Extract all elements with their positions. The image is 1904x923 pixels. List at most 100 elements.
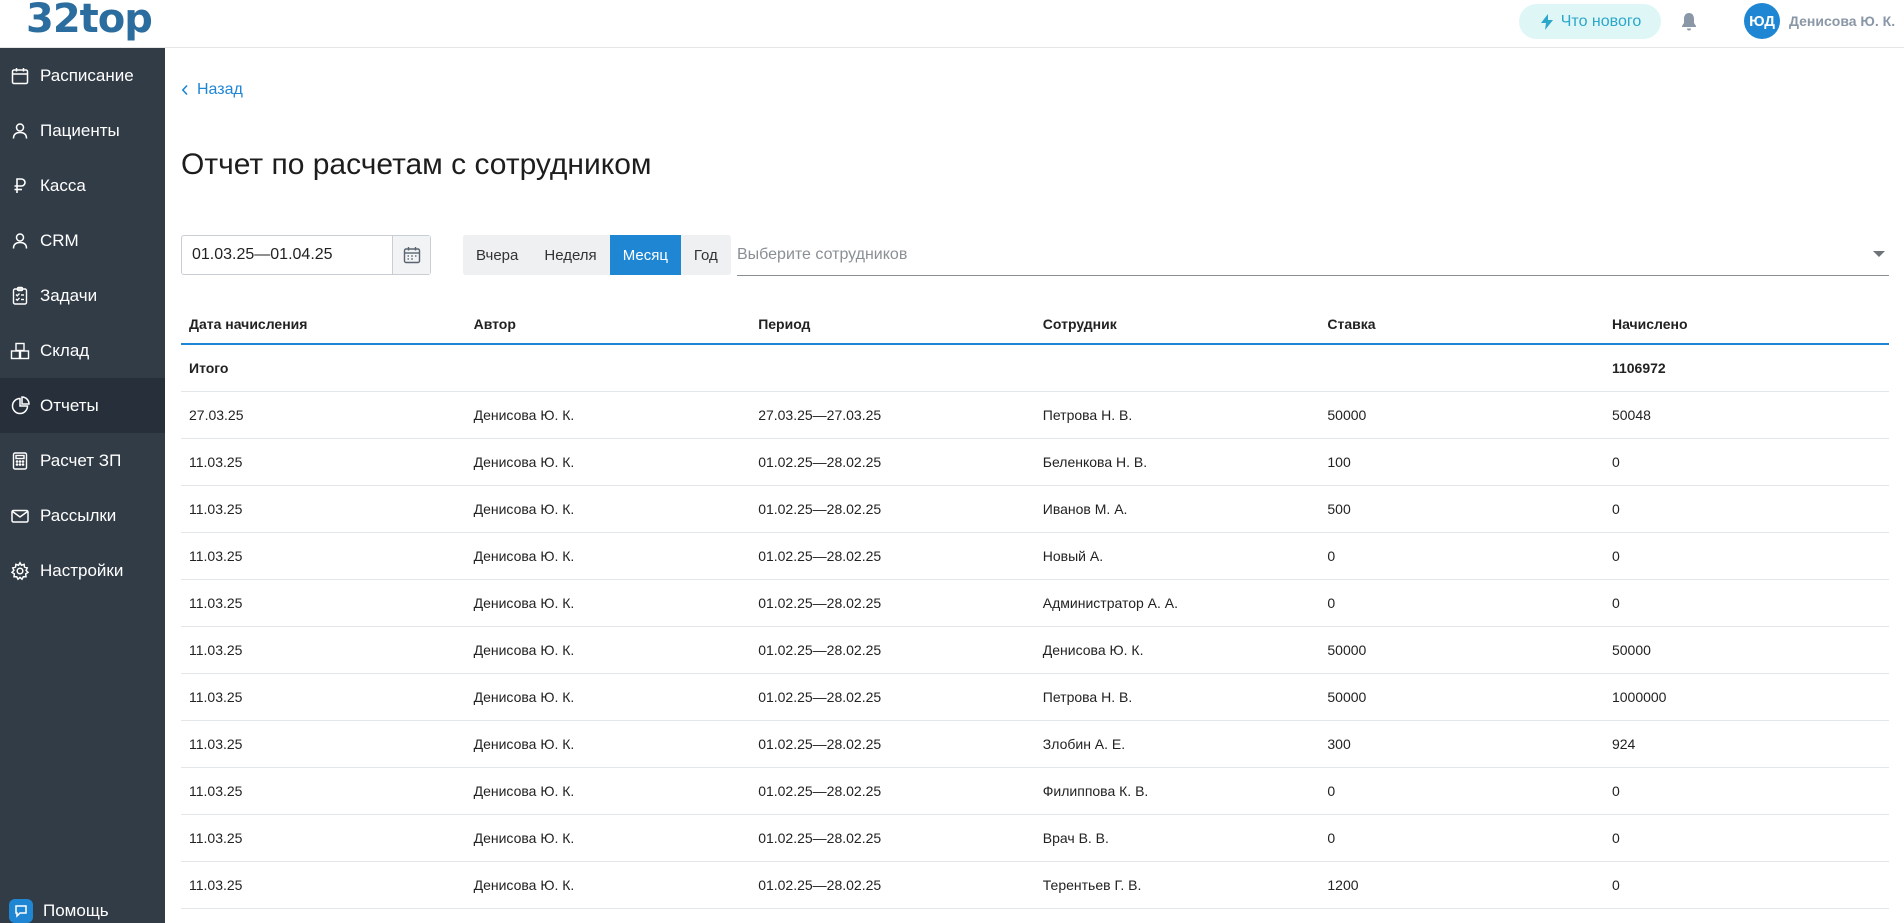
column-header-accrued[interactable]: Начислено	[1604, 316, 1889, 332]
top-bar: 32top Что нового ЮД Денисова Ю. К.	[0, 0, 1904, 48]
calendar-icon	[403, 247, 420, 264]
cell-period: 01.02.25—28.02.25	[758, 830, 882, 846]
user-icon	[12, 122, 28, 139]
sidebar-item-warehouse[interactable]: Склад	[0, 323, 165, 378]
sidebar-item-reports[interactable]: Отчеты	[0, 378, 165, 433]
cell-period: 01.02.25—28.02.25	[758, 689, 882, 705]
period-week-button[interactable]: Неделя	[531, 235, 610, 275]
cell-period: 27.03.25—27.03.25	[758, 407, 882, 423]
lightning-icon	[1540, 13, 1553, 30]
sidebar-item-label: Расчет ЗП	[40, 450, 122, 470]
sidebar-item-crm[interactable]: CRM	[0, 213, 165, 268]
checklist-icon	[12, 286, 28, 305]
column-header-rate[interactable]: Ставка	[1319, 316, 1604, 332]
cell-employee: Беленкова Н. В.	[1042, 454, 1148, 470]
cell-author: Денисова Ю. К.	[473, 689, 575, 705]
cell-accrued: 0	[1611, 830, 1620, 846]
table-row[interactable]: 11.03.25 Денисова Ю. К. 01.02.25—28.02.25 А…	[181, 580, 1889, 627]
sidebar-item-cashbox[interactable]: Касса	[0, 158, 165, 213]
sidebar-item-patients[interactable]: Пациенты	[0, 103, 165, 158]
help-button[interactable]: Помощь	[0, 896, 165, 923]
cell-accrued: 0	[1611, 548, 1620, 564]
cell-period: 01.02.25—28.02.25	[758, 783, 882, 799]
cell-employee: Администратор А. А.	[1042, 595, 1179, 611]
report-table: Дата начисления Автор Период Сотрудник С…	[181, 305, 1889, 909]
table-row[interactable]: 11.03.25 Денисова Ю. К. 01.02.25—28.02.25 З…	[181, 721, 1889, 768]
sidebar-item-label: Задачи	[40, 285, 98, 305]
avatar[interactable]: ЮД	[1744, 3, 1780, 39]
column-header-date[interactable]: Дата начисления	[181, 316, 466, 332]
chat-icon	[9, 899, 33, 923]
period-yesterday-button[interactable]: Вчера	[463, 235, 532, 275]
cell-accrued: 0	[1611, 877, 1620, 893]
bell-icon[interactable]	[1677, 10, 1701, 34]
cell-employee: Денисова Ю. К.	[1042, 642, 1144, 658]
table-row[interactable]: 11.03.25 Денисова Ю. К. 01.02.25—28.02.25 Ф…	[181, 768, 1889, 815]
table-row[interactable]: 11.03.25 Денисова Ю. К. 01.02.25—28.02.25 П…	[181, 674, 1889, 721]
chevron-left-icon	[181, 84, 188, 96]
calendar-button[interactable]	[392, 236, 430, 274]
cell-date: 11.03.25	[189, 501, 243, 517]
period-month-button[interactable]: Месяц	[609, 235, 681, 275]
cell-date: 27.03.25	[189, 407, 244, 423]
cell-period: 01.02.25—28.02.25	[758, 454, 882, 470]
help-label: Помощь	[43, 901, 109, 920]
table-row[interactable]: 27.03.25 Денисова Ю. К. 27.03.25—27.03.25 П…	[181, 392, 1889, 439]
gear-icon	[10, 560, 30, 580]
table-row[interactable]: 11.03.25 Денисова Ю. К. 01.02.25—28.02.25 Д…	[181, 627, 1889, 674]
cell-date: 11.03.25	[189, 736, 243, 752]
app-logo[interactable]: 32top	[26, 0, 153, 42]
cell-employee: Терентьев Г. В.	[1042, 877, 1142, 893]
cell-accrued: 50000	[1611, 642, 1651, 658]
sidebar-item-mailings[interactable]: Рассылки	[0, 488, 165, 543]
whats-new-button[interactable]: Что нового	[1519, 4, 1661, 39]
cell-author: Денисова Ю. К.	[473, 877, 575, 893]
mail-icon	[11, 509, 29, 523]
cell-employee: Врач В. В.	[1042, 830, 1109, 846]
cell-author: Денисова Ю. К.	[473, 595, 575, 611]
back-link[interactable]: Назад	[181, 81, 243, 99]
sidebar-item-tasks[interactable]: Задачи	[0, 268, 165, 323]
cell-rate: 50000	[1327, 689, 1367, 705]
cell-date: 11.03.25	[189, 783, 243, 799]
cell-rate: 50000	[1327, 642, 1367, 658]
employee-select[interactable]: Выберите сотрудников	[737, 234, 1889, 276]
table-body: 27.03.25 Денисова Ю. К. 27.03.25—27.03.25 П…	[181, 392, 1889, 909]
cell-accrued: 0	[1611, 783, 1620, 799]
sidebar-item-schedule[interactable]: Расписание	[0, 48, 165, 103]
column-header-author[interactable]: Автор	[466, 316, 751, 332]
cell-author: Денисова Ю. К.	[473, 642, 575, 658]
column-header-employee[interactable]: Сотрудник	[1035, 316, 1320, 332]
cell-accrued: 0	[1611, 454, 1620, 470]
cell-employee: Петрова Н. В.	[1042, 689, 1133, 705]
date-range-input[interactable]	[182, 236, 392, 274]
cell-period: 01.02.25—28.02.25	[758, 877, 882, 893]
sidebar-item-payroll[interactable]: Расчет ЗП	[0, 433, 165, 488]
cell-author: Денисова Ю. К.	[473, 454, 575, 470]
table-row[interactable]: 11.03.25 Денисова Ю. К. 01.02.25—28.02.25 Т…	[181, 862, 1889, 909]
cell-author: Денисова Ю. К.	[473, 736, 575, 752]
cell-accrued: 1000000	[1611, 689, 1667, 705]
table-row[interactable]: 11.03.25 Денисова Ю. К. 01.02.25—28.02.25 Б…	[181, 439, 1889, 486]
cell-author: Денисова Ю. К.	[473, 783, 575, 799]
cell-rate: 50000	[1327, 407, 1367, 423]
cell-date: 11.03.25	[189, 595, 243, 611]
sidebar-item-label: Пациенты	[40, 120, 120, 140]
column-header-period[interactable]: Период	[750, 316, 1035, 332]
sidebar-item-label: Касса	[40, 175, 86, 195]
cell-date: 11.03.25	[189, 830, 243, 846]
cell-date: 11.03.25	[189, 689, 243, 705]
cell-date: 11.03.25	[189, 454, 243, 470]
table-row[interactable]: 11.03.25 Денисова Ю. К. 01.02.25—28.02.25 В…	[181, 815, 1889, 862]
period-year-button[interactable]: Год	[680, 235, 731, 275]
period-selector: Вчера Неделя Месяц Год	[463, 235, 731, 275]
table-row[interactable]: 11.03.25 Денисова Ю. К. 01.02.25—28.02.25 Н…	[181, 533, 1889, 580]
sidebar-item-settings[interactable]: Настройки	[0, 543, 165, 598]
cell-rate: 300	[1327, 736, 1351, 752]
table-row[interactable]: 11.03.25 Денисова Ю. К. 01.02.25—28.02.25 И…	[181, 486, 1889, 533]
cell-period: 01.02.25—28.02.25	[758, 595, 882, 611]
user-name[interactable]: Денисова Ю. К.	[1789, 13, 1895, 29]
cell-date: 11.03.25	[189, 642, 243, 658]
sidebar-item-label: Расписание	[40, 65, 134, 85]
cell-author: Денисова Ю. К.	[473, 407, 575, 423]
